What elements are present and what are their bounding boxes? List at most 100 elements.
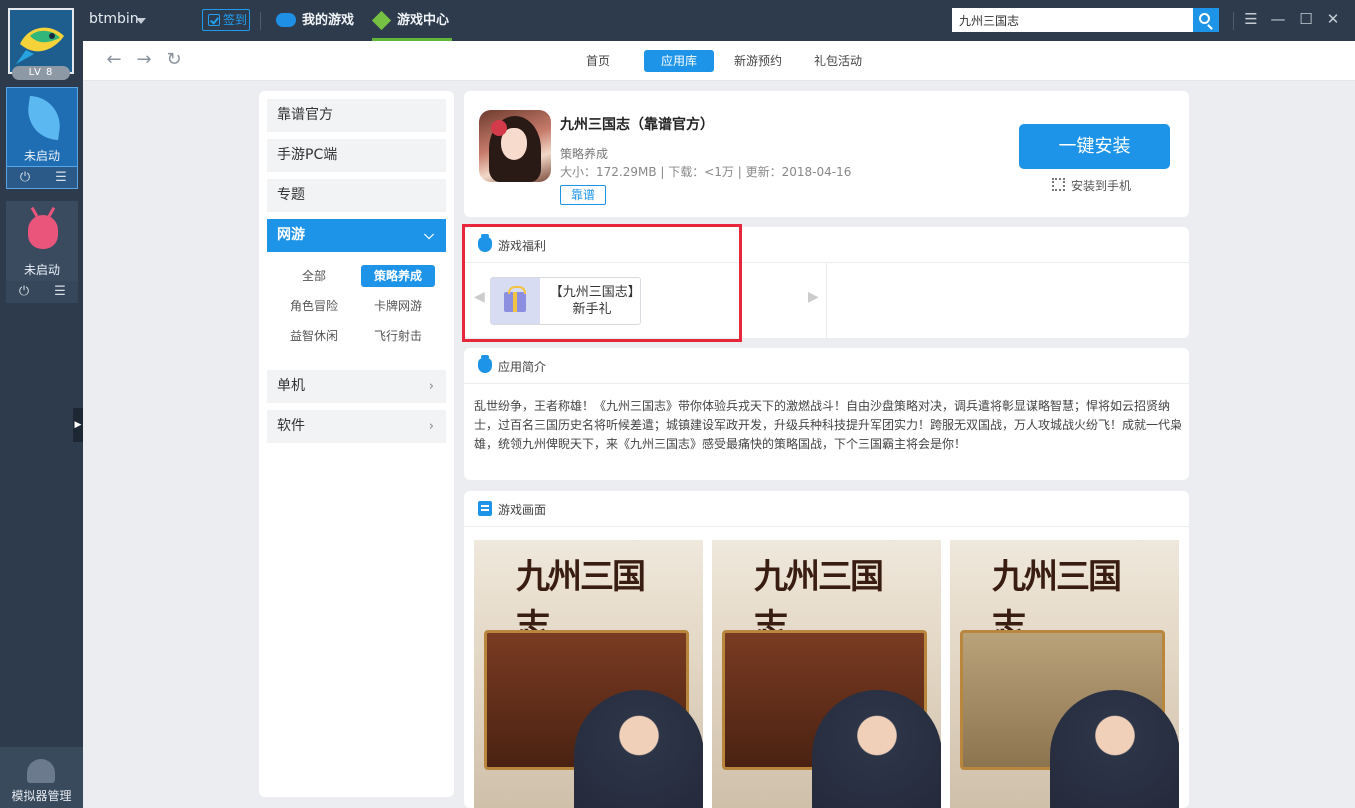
gamepad-icon xyxy=(276,13,296,27)
app-genre: 策略养成 xyxy=(560,147,609,161)
document-icon xyxy=(478,501,492,516)
power-icon[interactable]: ⏻ xyxy=(6,281,42,303)
android-icon xyxy=(27,759,55,783)
menu-icon[interactable]: ☰ xyxy=(1241,9,1261,29)
tab-app-library[interactable]: 应用库 xyxy=(644,50,714,72)
category-official[interactable]: 靠谱官方 xyxy=(267,99,446,132)
screenshot-hero xyxy=(812,690,941,808)
screenshots-title: 游戏画面 xyxy=(498,503,547,517)
content-nav-bar: ← → ↻ 首页 应用库 新游预约 礼包活动 xyxy=(83,41,1355,81)
emulator-card-1[interactable]: 未启动 ⏻ ☰ xyxy=(6,87,78,191)
install-to-phone-link[interactable]: 安装到手机 xyxy=(1052,177,1131,194)
emulator-controls: ⏻ ☰ xyxy=(6,281,78,303)
nav-my-games[interactable]: 我的游戏 xyxy=(276,0,354,41)
subcategory-shooter[interactable]: 飞行射击 xyxy=(361,325,435,347)
title-bar: btmbin 签到 我的游戏 游戏中心 ☰ — ☐ ✕ xyxy=(0,0,1355,41)
nav-game-center[interactable]: 游戏中心 xyxy=(371,0,452,41)
emulator-status: 未启动 xyxy=(23,263,60,277)
chevron-down-icon[interactable] xyxy=(136,18,146,24)
checkbox-icon xyxy=(208,14,220,26)
chevron-down-icon: ⌵ xyxy=(424,228,434,243)
app-icon-flower xyxy=(491,120,507,136)
screenshot-3[interactable]: 九州三国志 xyxy=(950,540,1179,808)
divider xyxy=(826,263,827,338)
checkin-label: 签到 xyxy=(223,13,248,27)
level-badge: LV 8 xyxy=(12,66,70,80)
screenshot-title-art: 九州三国志 xyxy=(992,557,1122,647)
category-sidebar: 靠谱官方 手游PC端 专题 网游 ⌵ 全部 策略养成 角色冒险 卡牌网游 益智休… xyxy=(259,91,454,797)
subcategory-all[interactable]: 全部 xyxy=(277,265,351,287)
category-online-label: 网游 xyxy=(277,227,305,243)
category-topics[interactable]: 专题 xyxy=(267,179,446,212)
money-bag-icon xyxy=(478,355,492,373)
category-single-label: 单机 xyxy=(277,378,305,394)
install-button[interactable]: 一键安装 xyxy=(1019,124,1170,169)
close-icon[interactable]: ✕ xyxy=(1323,9,1343,29)
subcategory-strategy[interactable]: 策略养成 xyxy=(361,265,435,287)
screenshots-header: 游戏画面 xyxy=(464,491,1189,527)
fish-logo-icon xyxy=(10,10,72,72)
emulator-dock: 未启动 ⏻ ☰ 未启动 ⏻ ☰ 模拟器管理 xyxy=(0,41,83,808)
back-icon[interactable]: ← xyxy=(103,49,125,71)
subcategory-puzzle[interactable]: 益智休闲 xyxy=(277,325,351,347)
nav-my-games-label: 我的游戏 xyxy=(302,13,355,28)
tab-new-games[interactable]: 新游预约 xyxy=(730,50,786,72)
chevron-right-icon: › xyxy=(428,419,434,434)
emulator-card-2[interactable]: 未启动 ⏻ ☰ xyxy=(6,201,78,305)
app-header-card: 九州三国志（靠谱官方） 策略养成 大小：172.29MB | 下载：<1万 | … xyxy=(464,91,1189,217)
refresh-icon[interactable]: ↻ xyxy=(163,49,185,71)
category-software-label: 软件 xyxy=(277,418,305,434)
app-icon[interactable] xyxy=(479,110,551,182)
screenshot-hero xyxy=(1050,690,1179,808)
intro-title: 应用简介 xyxy=(498,360,547,374)
category-software[interactable]: 软件 › xyxy=(267,410,446,443)
subcategory-card[interactable]: 卡牌网游 xyxy=(361,295,435,317)
list-icon[interactable]: ☰ xyxy=(42,281,78,303)
screenshot-1[interactable]: 九州三国志 xyxy=(474,540,703,808)
tab-home[interactable]: 首页 xyxy=(576,50,620,72)
chevron-right-icon[interactable]: ▶ xyxy=(808,289,819,305)
intro-card: 应用简介 乱世纷争，王者称雄！《九州三国志》带你体验兵戎天下的激燃战斗！自由沙盘… xyxy=(464,348,1189,480)
search-input[interactable] xyxy=(952,8,1193,32)
user-avatar[interactable] xyxy=(8,8,74,74)
tab-gift-events[interactable]: 礼包活动 xyxy=(810,50,866,72)
official-tag: 靠谱 xyxy=(560,185,606,205)
checkin-button[interactable]: 签到 xyxy=(202,9,250,31)
divider xyxy=(260,12,261,30)
bug-icon xyxy=(28,215,58,249)
chevron-right-icon: › xyxy=(428,379,434,394)
app-meta: 大小：172.29MB | 下载：<1万 | 更新：2018-04-16 xyxy=(560,165,852,179)
search-icon xyxy=(1199,13,1210,24)
highlight-box xyxy=(462,224,742,342)
emulator-controls: ⏻ ☰ xyxy=(6,167,78,189)
cube-icon xyxy=(371,10,392,31)
forward-icon[interactable]: → xyxy=(133,49,155,71)
qr-code-icon xyxy=(1052,178,1065,191)
screenshot-2[interactable]: 九州三国志 xyxy=(712,540,941,808)
app-title: 九州三国志（靠谱官方） xyxy=(560,117,714,133)
install-to-phone-label: 安装到手机 xyxy=(1071,179,1132,193)
screenshot-hero xyxy=(574,690,703,808)
emulator-manager-button[interactable]: 模拟器管理 xyxy=(0,747,83,808)
screenshots-card: 游戏画面 九州三国志 九州三国志 九州三国志 xyxy=(464,491,1189,808)
intro-text: 乱世纷争，王者称雄！《九州三国志》带你体验兵戎天下的激燃战斗！自由沙盘策略对决，… xyxy=(474,399,1183,451)
search-button[interactable] xyxy=(1193,8,1219,32)
emulator-manager-label: 模拟器管理 xyxy=(11,789,72,803)
list-icon[interactable]: ☰ xyxy=(43,167,79,189)
leaf-icon xyxy=(24,95,64,141)
subcategory-rpg[interactable]: 角色冒险 xyxy=(277,295,351,317)
username[interactable]: btmbin xyxy=(89,11,139,27)
power-icon[interactable]: ⏻ xyxy=(7,167,43,189)
collapse-handle[interactable]: ▶ xyxy=(73,408,83,442)
intro-header: 应用简介 xyxy=(464,348,1189,384)
divider xyxy=(1233,12,1234,30)
maximize-icon[interactable]: ☐ xyxy=(1296,9,1316,29)
category-mobile-pc[interactable]: 手游PC端 xyxy=(267,139,446,172)
screenshot-title-art: 九州三国志 xyxy=(754,557,884,647)
category-single[interactable]: 单机 › xyxy=(267,370,446,403)
screenshot-title-art: 九州三国志 xyxy=(516,557,646,647)
nav-game-center-label: 游戏中心 xyxy=(397,13,450,28)
minimize-icon[interactable]: — xyxy=(1268,9,1288,29)
category-online[interactable]: 网游 ⌵ xyxy=(267,219,446,252)
emulator-status: 未启动 xyxy=(23,149,60,163)
